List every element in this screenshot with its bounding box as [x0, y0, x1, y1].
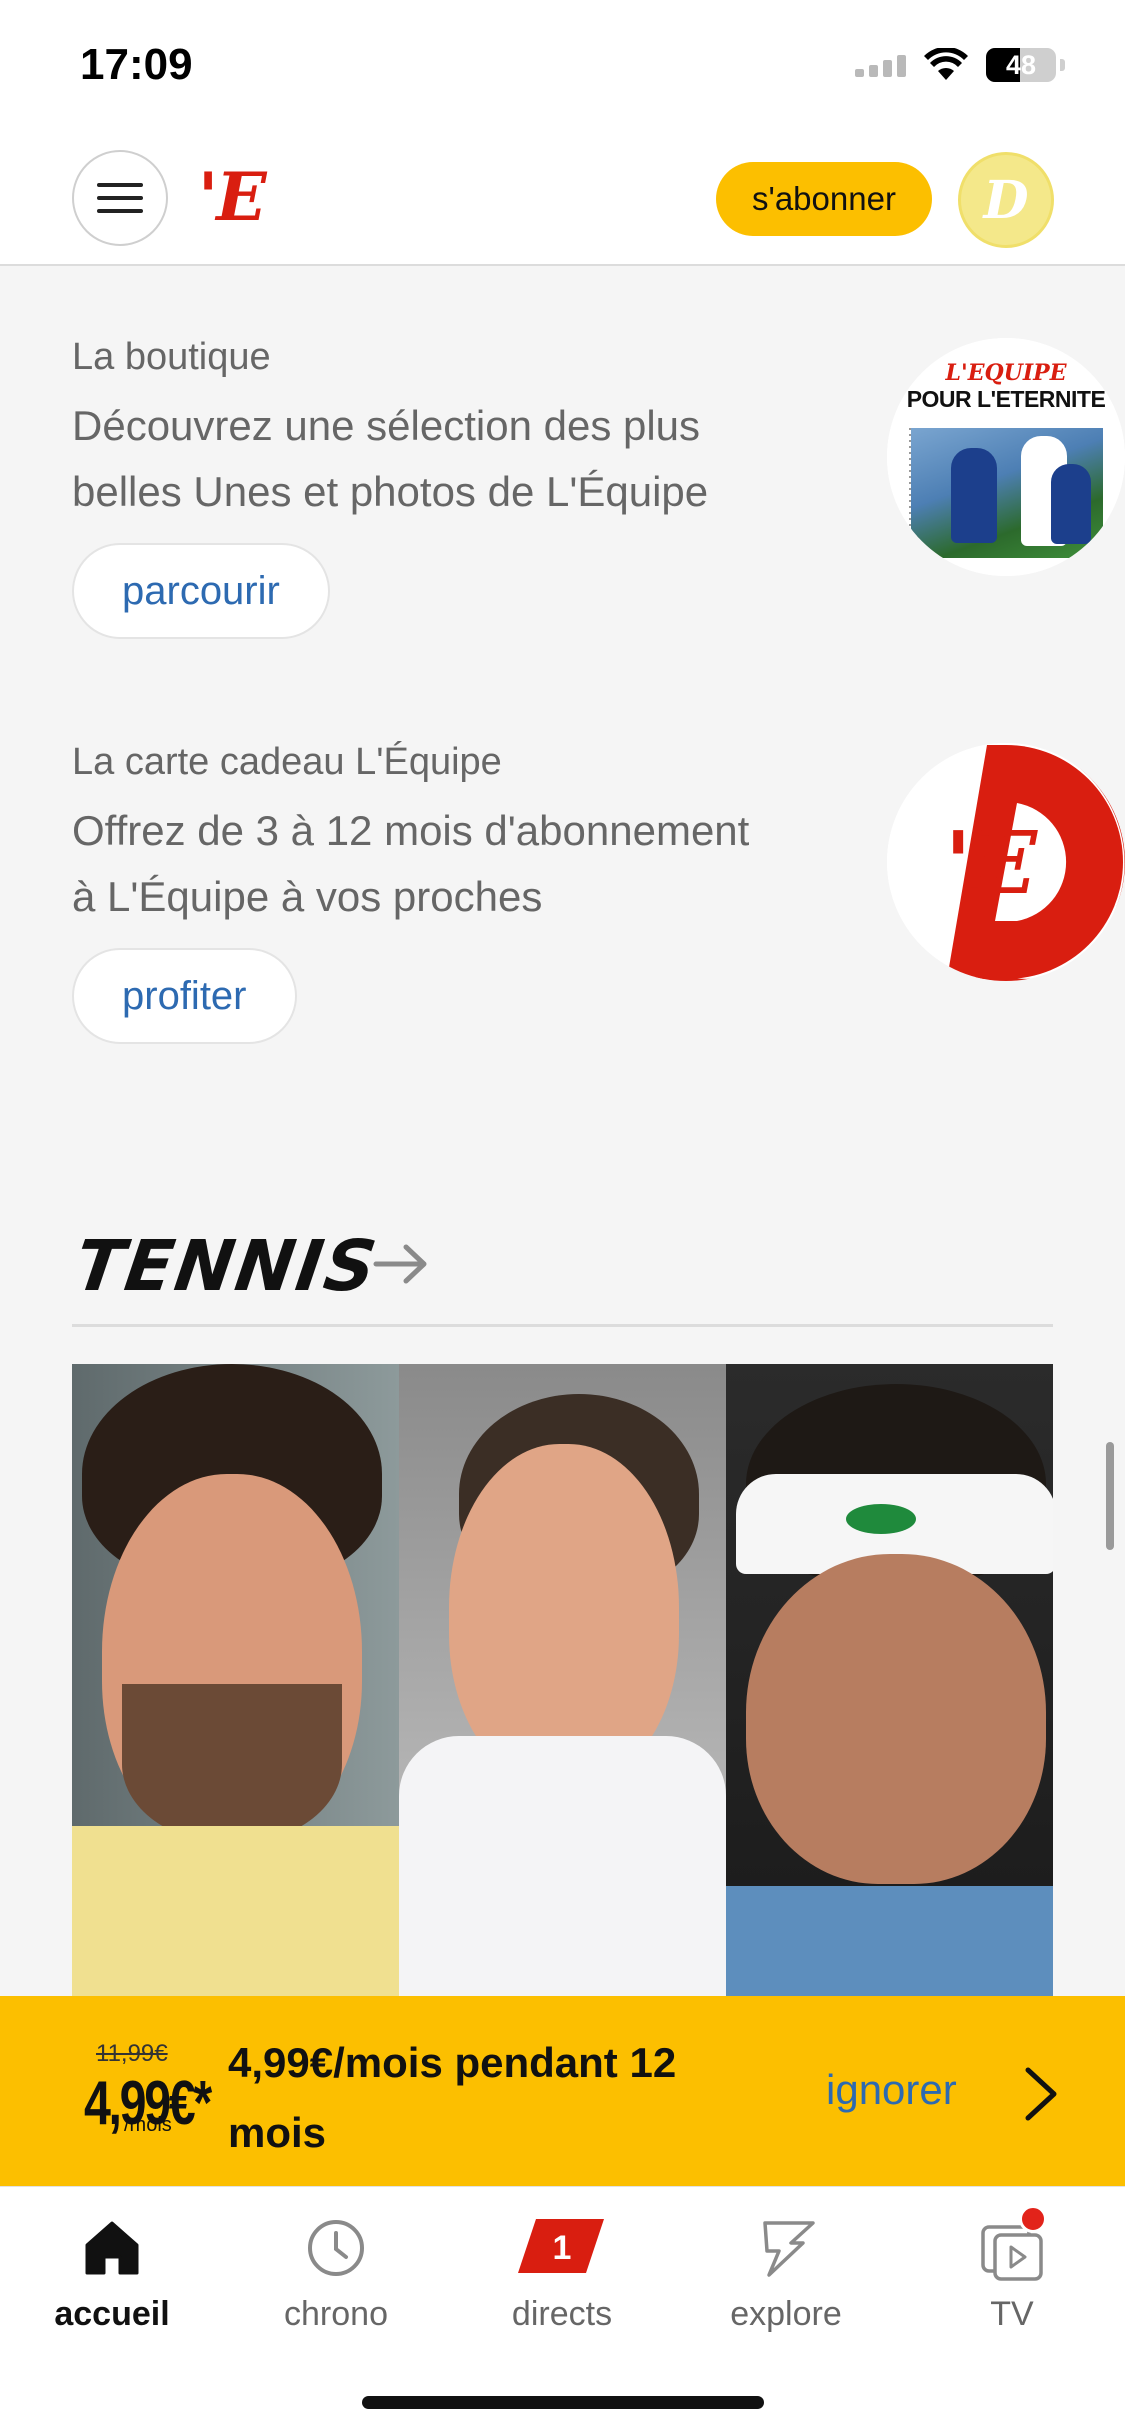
- hamburger-icon: [97, 183, 143, 187]
- home-icon: [85, 2221, 139, 2275]
- offer-text: 4,99€/mois pendant 12 mois: [228, 2039, 677, 2156]
- clock-icon: [308, 2220, 364, 2276]
- app-header: 'E s'abonner D: [0, 140, 1125, 266]
- newspaper-photo: [911, 428, 1103, 558]
- promo-description: Offrez de 3 à 12 mois d'abonnement à L'É…: [72, 807, 750, 920]
- battery-icon: 48: [986, 48, 1056, 82]
- wifi-icon: [924, 48, 968, 80]
- section-header-tennis[interactable]: TENNIS: [70, 1225, 1053, 1327]
- newspaper-cover-image[interactable]: L'EQUIPE POUR L'ETERNITE: [887, 338, 1125, 576]
- tab-label: TV: [990, 2295, 1034, 2333]
- status-time: 17:09: [80, 40, 193, 89]
- battery-level: 48: [1005, 50, 1037, 80]
- tab-explore[interactable]: explore: [706, 2213, 866, 2334]
- live-icon: 1: [518, 2219, 604, 2273]
- promo-boutique: La boutique Découvrez une sélection des …: [72, 336, 1125, 639]
- tab-label: accueil: [54, 2295, 170, 2333]
- chevron-right-icon[interactable]: [1016, 2064, 1066, 2124]
- tab-label: directs: [511, 2295, 613, 2333]
- browse-button[interactable]: parcourir: [72, 543, 330, 639]
- newspaper-masthead: L'EQUIPE: [945, 360, 1067, 386]
- scrollbar[interactable]: [1106, 1442, 1114, 1550]
- section-title: TENNIS: [70, 1225, 383, 1307]
- subscription-offer-banner[interactable]: 11,99€ 4,99€* /mois 4,99€/mois pendant 1…: [0, 1996, 1125, 2186]
- explore-icon: [763, 2221, 815, 2277]
- redeem-button[interactable]: profiter: [72, 948, 297, 1044]
- live-count: 1: [553, 2229, 572, 2267]
- arrow-right-icon: [373, 1244, 427, 1284]
- tennis-hero-image[interactable]: [72, 1364, 1053, 1996]
- status-icons: 48: [855, 48, 1065, 82]
- price-unit: /mois: [124, 2114, 172, 2136]
- promo-description: Découvrez une sélection des plus belles …: [72, 402, 709, 515]
- menu-button[interactable]: [72, 150, 168, 246]
- notification-badge: [1019, 2205, 1047, 2233]
- old-price: 11,99€: [96, 2040, 168, 2067]
- ignore-button[interactable]: ignorer: [826, 2066, 957, 2114]
- status-bar: 17:09 48: [0, 0, 1125, 140]
- tab-chrono[interactable]: chrono: [256, 2213, 416, 2334]
- tab-directs[interactable]: 1 directs: [482, 2213, 642, 2334]
- home-indicator[interactable]: [362, 2396, 764, 2409]
- tab-accueil[interactable]: accueil: [32, 2213, 192, 2334]
- tab-tv[interactable]: TV: [932, 2205, 1092, 2334]
- gift-card-logo[interactable]: 'E: [887, 743, 1125, 981]
- tab-label: explore: [730, 2295, 842, 2333]
- avatar[interactable]: D: [958, 152, 1054, 248]
- player-photo-1: [72, 1364, 399, 1996]
- gift-card-logo-text: 'E: [945, 813, 1038, 914]
- promo-gift-card: La carte cadeau L'Équipe Offrez de 3 à 1…: [72, 741, 1125, 1044]
- player-photo-2: [399, 1364, 726, 1996]
- signal-icon: [855, 53, 906, 77]
- lequipe-logo[interactable]: 'E: [198, 158, 267, 236]
- tab-label: chrono: [284, 2295, 388, 2333]
- player-photo-3: [726, 1364, 1053, 1996]
- newspaper-headline: POUR L'ETERNITE: [906, 386, 1106, 412]
- subscribe-button[interactable]: s'abonner: [716, 162, 932, 236]
